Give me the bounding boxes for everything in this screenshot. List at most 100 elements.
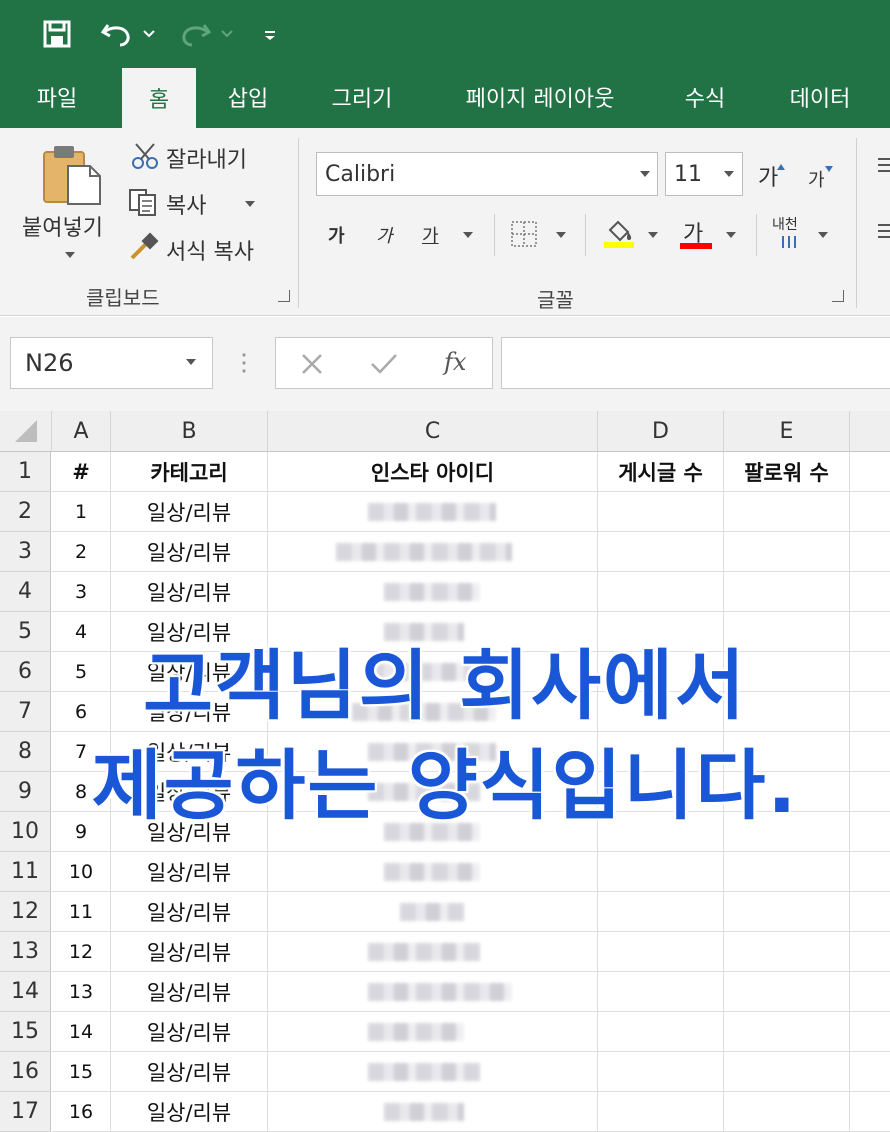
header-cell-follower-count[interactable]: 팔로워 수	[724, 452, 850, 492]
cell-post-count[interactable]	[598, 852, 724, 892]
cell-follower-count[interactable]	[724, 1012, 850, 1052]
cell-category[interactable]: 일상/리뷰	[111, 492, 268, 532]
cell[interactable]	[850, 892, 890, 932]
cell-category[interactable]: 일상/리뷰	[111, 972, 268, 1012]
cell[interactable]	[850, 972, 890, 1012]
header-cell-post-count[interactable]: 게시글 수	[598, 452, 724, 492]
cell-instagram-id-redacted[interactable]	[268, 972, 598, 1012]
italic-button[interactable]: 가	[376, 222, 393, 248]
header-cell-number[interactable]: #	[52, 452, 111, 492]
cell-number[interactable]: 14	[52, 1012, 111, 1052]
cell-follower-count[interactable]	[724, 532, 850, 572]
formula-bar-grip-icon[interactable]	[241, 351, 247, 379]
cell-instagram-id-redacted[interactable]	[268, 1012, 598, 1052]
cell-category[interactable]: 일상/리뷰	[111, 1052, 268, 1092]
cell[interactable]	[850, 852, 890, 892]
cell-number[interactable]: 10	[52, 852, 111, 892]
cell-number[interactable]: 2	[52, 532, 111, 572]
cell-number[interactable]: 1	[52, 492, 111, 532]
cancel-icon[interactable]	[300, 352, 324, 380]
cell-post-count[interactable]	[598, 1052, 724, 1092]
underline-dropdown-icon[interactable]	[463, 232, 473, 238]
font-color-button[interactable]: 가	[680, 216, 714, 252]
tab-file[interactable]: 파일	[14, 66, 100, 128]
row-header[interactable]: 12	[0, 892, 51, 932]
cell-number[interactable]: 13	[52, 972, 111, 1012]
paste-button[interactable]: 붙여넣기	[22, 210, 103, 242]
borders-icon[interactable]	[510, 220, 538, 252]
align-left-icon[interactable]	[876, 222, 890, 246]
cell[interactable]	[850, 932, 890, 972]
cell[interactable]	[850, 1092, 890, 1132]
cell-follower-count[interactable]	[724, 892, 850, 932]
cell-follower-count[interactable]	[724, 492, 850, 532]
column-header-c[interactable]: C	[268, 411, 598, 452]
row-header[interactable]: 3	[0, 532, 51, 572]
column-header-a[interactable]: A	[52, 411, 111, 452]
font-family-dropdown-icon[interactable]	[640, 171, 650, 177]
cell[interactable]	[850, 572, 890, 612]
undo-dropdown-icon[interactable]	[142, 14, 156, 54]
copy-dropdown-icon[interactable]	[245, 201, 255, 207]
cell-category[interactable]: 일상/리뷰	[111, 892, 268, 932]
tab-formulas[interactable]: 수식	[668, 66, 742, 128]
enter-icon[interactable]	[370, 352, 398, 380]
cell-follower-count[interactable]	[724, 932, 850, 972]
row-header[interactable]: 14	[0, 972, 51, 1012]
column-header-d[interactable]: D	[598, 411, 724, 452]
column-header-b[interactable]: B	[111, 411, 268, 452]
cell-category[interactable]: 일상/리뷰	[111, 1092, 268, 1132]
cell[interactable]	[850, 532, 890, 572]
cell-post-count[interactable]	[598, 1092, 724, 1132]
cell-instagram-id-redacted[interactable]	[268, 572, 598, 612]
cell-instagram-id-redacted[interactable]	[268, 892, 598, 932]
phonetic-button[interactable]: 내천	[772, 214, 798, 234]
align-top-icon[interactable]	[876, 156, 890, 180]
cell[interactable]	[850, 1012, 890, 1052]
customize-toolbar-icon[interactable]	[262, 14, 278, 54]
column-header-e[interactable]: E	[724, 411, 850, 452]
cell-post-count[interactable]	[598, 972, 724, 1012]
cell-instagram-id-redacted[interactable]	[268, 852, 598, 892]
cell[interactable]	[850, 1052, 890, 1092]
font-family-select[interactable]: Calibri	[316, 152, 658, 196]
cell-post-count[interactable]	[598, 932, 724, 972]
font-launcher-icon[interactable]	[832, 290, 844, 302]
undo-icon[interactable]	[100, 14, 134, 54]
cell-follower-count[interactable]	[724, 1092, 850, 1132]
cell-follower-count[interactable]	[724, 572, 850, 612]
row-header[interactable]: 16	[0, 1052, 51, 1092]
row-header[interactable]: 4	[0, 572, 51, 612]
cell-instagram-id-redacted[interactable]	[268, 1052, 598, 1092]
underline-button[interactable]: 가	[422, 222, 439, 248]
cell-number[interactable]: 12	[52, 932, 111, 972]
tab-page-layout[interactable]: 페이지 레이아웃	[440, 66, 640, 128]
cell-instagram-id-redacted[interactable]	[268, 932, 598, 972]
cell-instagram-id-redacted[interactable]	[268, 532, 598, 572]
font-color-dropdown-icon[interactable]	[726, 232, 736, 238]
row-header[interactable]: 17	[0, 1092, 51, 1132]
cell-number[interactable]: 3	[52, 572, 111, 612]
column-header-f[interactable]	[850, 411, 890, 452]
tab-draw[interactable]: 그리기	[312, 66, 412, 128]
clipboard-launcher-icon[interactable]	[278, 290, 290, 302]
format-painter-button[interactable]: 서식 복사	[166, 234, 254, 266]
insert-function-button[interactable]: fx	[444, 348, 466, 376]
cell[interactable]	[850, 492, 890, 532]
cell-post-count[interactable]	[598, 1012, 724, 1052]
decrease-font-button[interactable]: 가	[808, 166, 825, 192]
cell-number[interactable]: 16	[52, 1092, 111, 1132]
header-cell-category[interactable]: 카테고리	[111, 452, 268, 492]
font-size-dropdown-icon[interactable]	[724, 171, 734, 177]
cell-instagram-id-redacted[interactable]	[268, 492, 598, 532]
row-header[interactable]: 11	[0, 852, 51, 892]
cell-category[interactable]: 일상/리뷰	[111, 1012, 268, 1052]
tab-home[interactable]: 홈	[122, 68, 196, 128]
header-cell-instagram-id[interactable]: 인스타 아이디	[268, 452, 598, 492]
fill-color-icon[interactable]	[602, 216, 636, 254]
formula-input[interactable]	[501, 337, 890, 389]
row-header[interactable]: 1	[0, 452, 51, 492]
cell-category[interactable]: 일상/리뷰	[111, 932, 268, 972]
tab-data[interactable]: 데이터	[772, 66, 868, 128]
cell-post-count[interactable]	[598, 492, 724, 532]
